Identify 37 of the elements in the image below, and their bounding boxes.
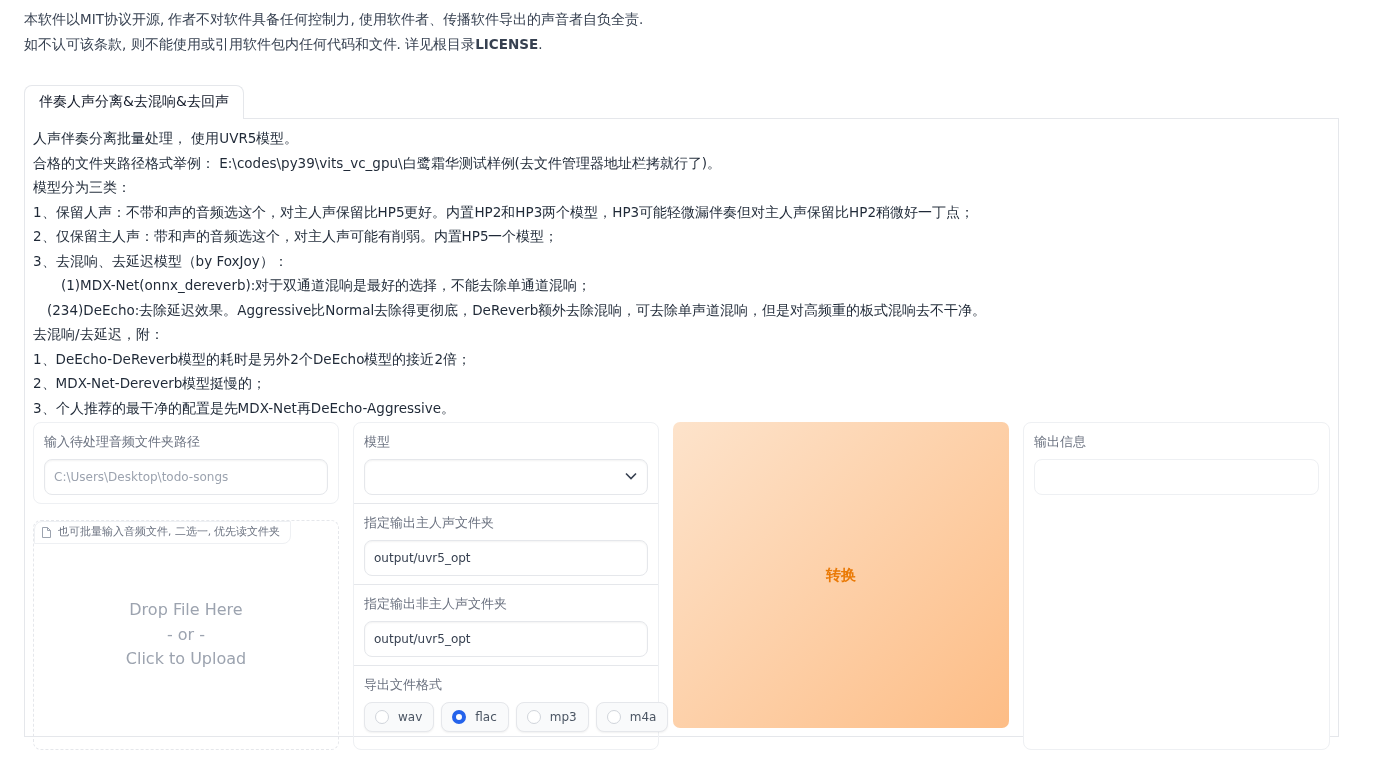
instruction-text: 1、保留人声：不带和声的音频选这个，对主人声保留比HP5更好。内置HP2和HP3两个模型，HP3可能轻微漏伴奏但对主人声保留比HP2稍微好一丁点； bbox=[33, 202, 975, 222]
instruction-text: 模型分为三类： bbox=[33, 178, 132, 197]
instruction-text: 合格的文件夹路径格式举例： E:\codes\py39\vits_vc_gpu\白鹭霜华测试样例(去文件管理器地址栏拷就行了)。 bbox=[33, 153, 723, 173]
upload-label: 也可批量输入音频文件, 二选一, 优先读文件夹 bbox=[58, 525, 281, 539]
instruction-text: 2、仅保留主人声：带和声的音频选这个，对主人声可能有削弱。内置HP5一个模型； bbox=[33, 227, 560, 246]
file-icon bbox=[42, 526, 51, 538]
field-label: 导出文件格式 bbox=[364, 676, 442, 694]
other-folder-field[interactable]: output/uvr5_opt bbox=[364, 621, 648, 657]
field-label: 指定输出非主人声文件夹 bbox=[364, 595, 507, 613]
format-radio-option[interactable]: m4a bbox=[595, 702, 669, 732]
radio-button[interactable] bbox=[452, 710, 467, 724]
model-dropdown[interactable] bbox=[364, 459, 648, 495]
instruction-text: (1)MDX-Net(onnx_dereverb):对于双通道混响是最好的选择，不能去除单通道混响； bbox=[60, 276, 593, 295]
instruction-text: 人声伴奏分离批量处理， 使用UVR5模型。 bbox=[33, 129, 300, 148]
file-drop-zone[interactable]: 也可批量输入音频文件, 二选一, 优先读文件夹 Drop File Here - or - Click to Upload bbox=[33, 520, 339, 750]
instruction-text: (234)DeEcho:去除延迟效果。Aggressive比Normal去除得更彻底，DeReverb额外去除混响，可去除单声道混响，但是对高频重的板式混响去不干净。 bbox=[46, 300, 988, 320]
drop-hint-text: - or - bbox=[165, 623, 207, 646]
instruction-text: 2、MDX-Net-Dereverb模型挺慢的； bbox=[33, 374, 268, 393]
drop-hint-text: Drop File Here bbox=[128, 599, 244, 622]
license-notice: 如不认可该条款, 则不能使用或引用软件包内任何代码和文件. 详见根目录LICENSE. bbox=[24, 35, 544, 54]
chevron-down-icon bbox=[625, 472, 637, 480]
format-radio-option[interactable]: flac bbox=[441, 702, 509, 732]
field-label: 输入待处理音频文件夹路径 bbox=[44, 433, 200, 451]
field-label: 指定输出主人声文件夹 bbox=[364, 514, 494, 532]
drop-hint-text: Click to Upload bbox=[125, 648, 247, 671]
instruction-text: 去混响/去延迟，附： bbox=[33, 325, 165, 344]
format-radio-option[interactable]: mp3 bbox=[515, 702, 589, 732]
vocal-folder-field[interactable]: output/uvr5_opt bbox=[364, 540, 648, 576]
field-label: 模型 bbox=[364, 433, 390, 451]
license-notice: 本软件以MIT协议开源, 作者不对软件具备任何控制力, 使用软件者、传播软件导出的声音者自负全责. bbox=[24, 10, 645, 29]
instruction-text: 3、个人推荐的最干净的配置是先MDX-Net再DeEcho-Aggressive。 bbox=[33, 398, 457, 418]
instruction-text: 1、DeEcho-DeReverb模型的耗时是另外2个DeEcho模型的接近2倍； bbox=[33, 349, 473, 369]
tab[interactable]: 伴奏人声分离&去混响&去回声 bbox=[24, 85, 244, 119]
folder-path-field[interactable]: C:\Users\Desktop\todo-songs bbox=[44, 459, 328, 495]
field-label: 输出信息 bbox=[1034, 433, 1086, 451]
instruction-text: 3、去混响、去延迟模型（by FoxJoy）： bbox=[33, 251, 289, 271]
format-radio-option[interactable]: wav bbox=[364, 702, 435, 732]
